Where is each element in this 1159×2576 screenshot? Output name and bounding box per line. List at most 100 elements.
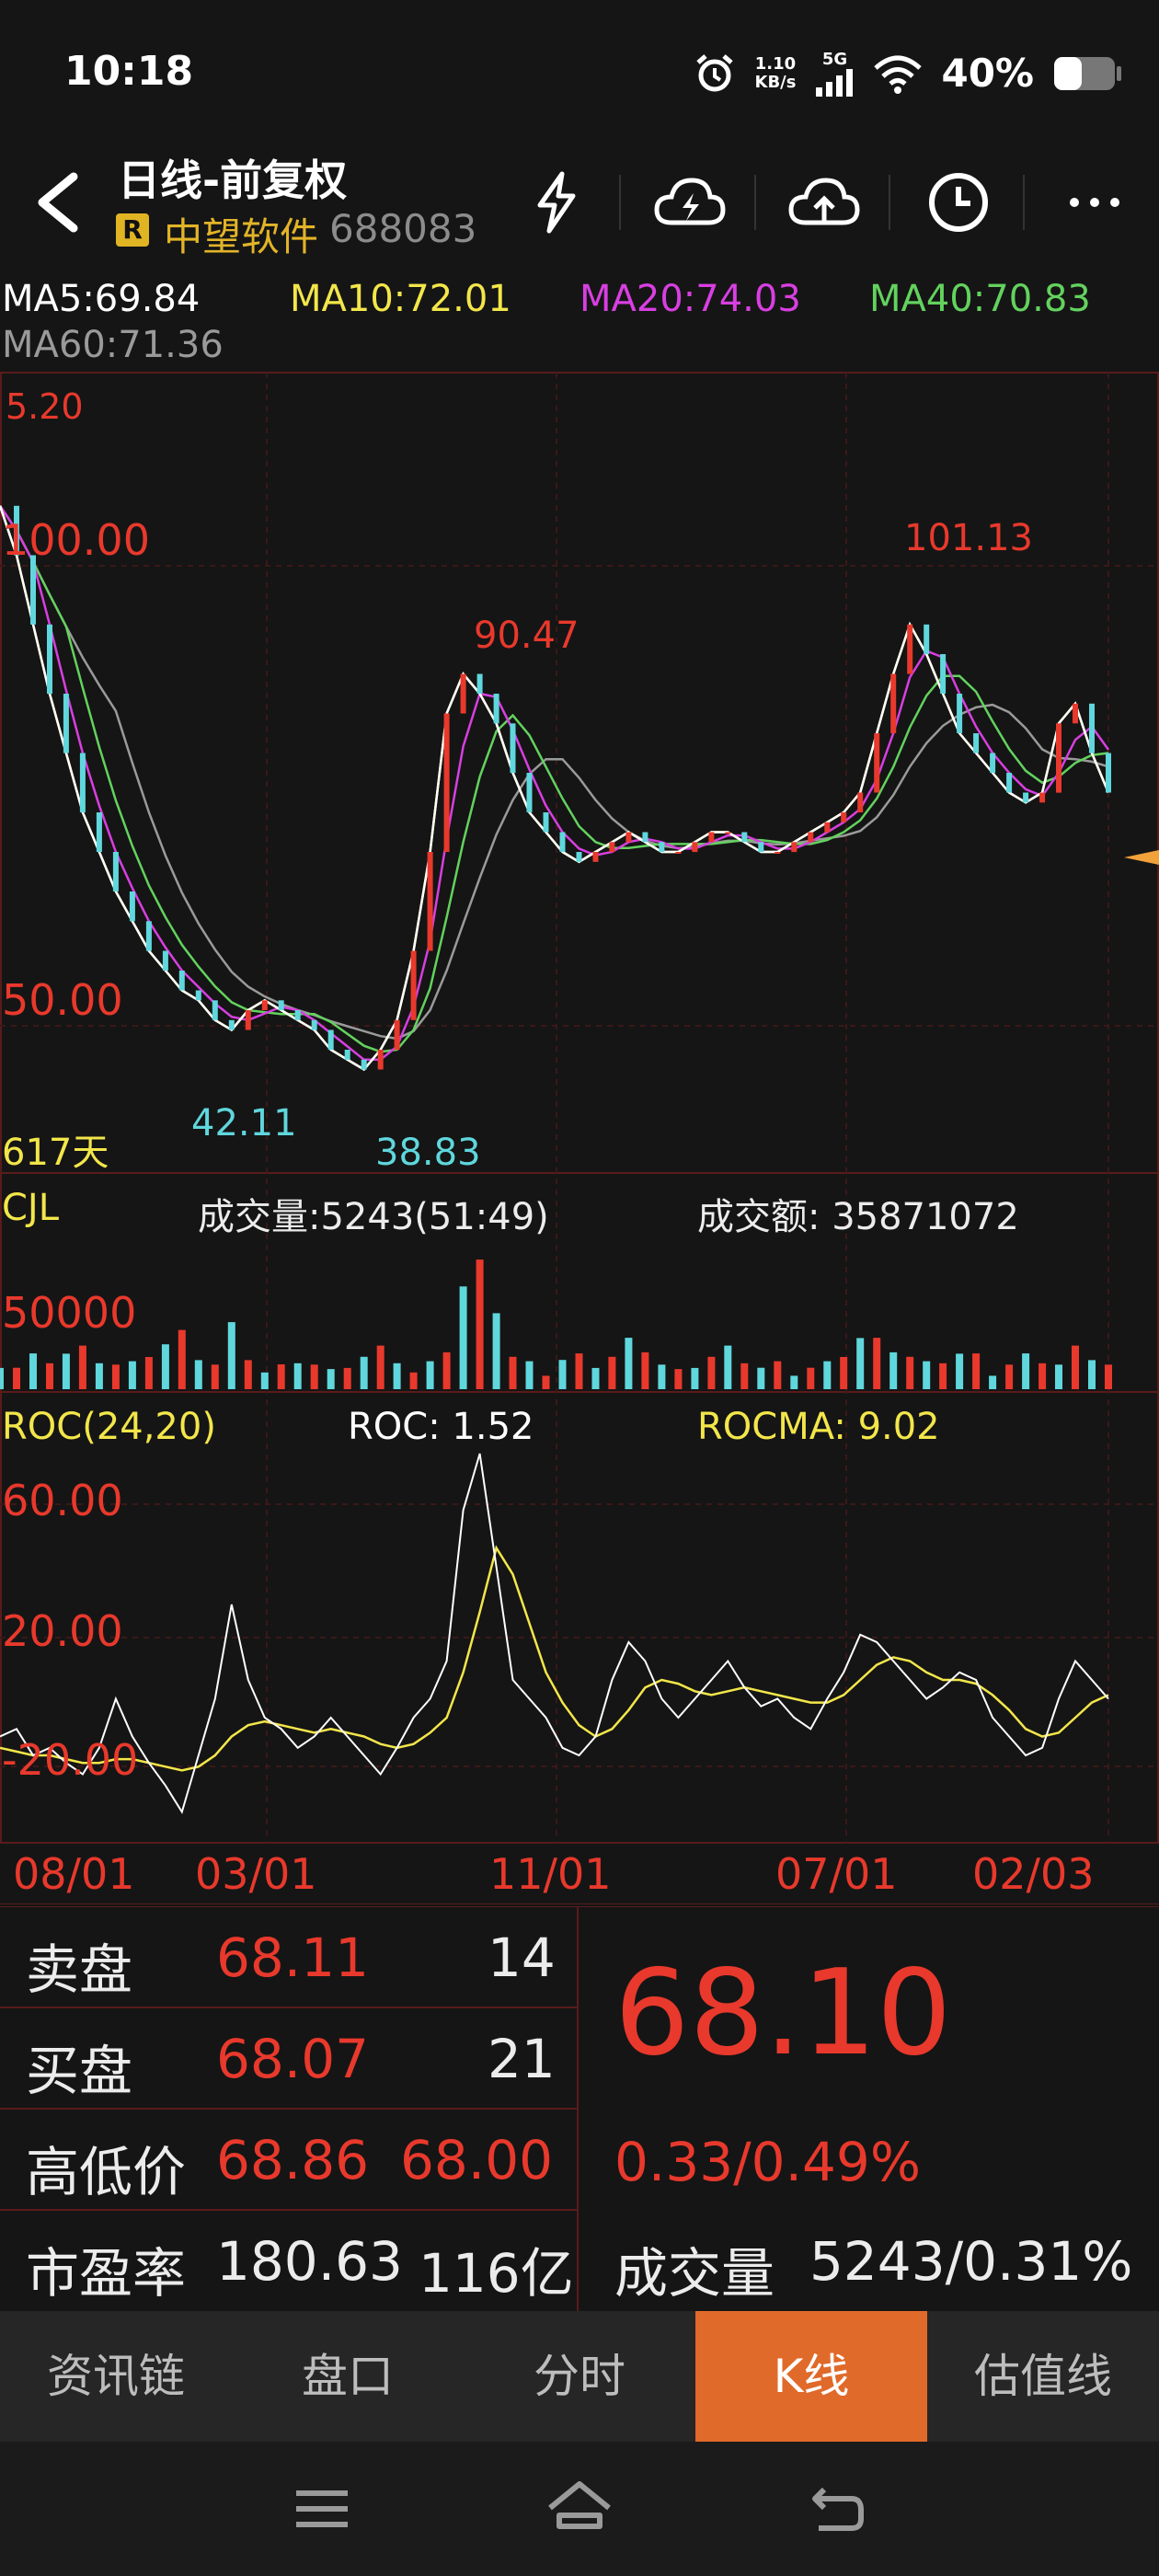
battery-percent: 40% — [941, 51, 1034, 96]
volume-bar — [558, 1360, 567, 1389]
volume-bar — [923, 1361, 931, 1389]
history-button[interactable] — [912, 156, 1004, 248]
volume-bar — [62, 1353, 70, 1389]
tab-news-chain[interactable]: 资讯链 — [0, 2311, 232, 2442]
candle — [609, 842, 615, 853]
candle — [642, 832, 648, 843]
volume-bar — [343, 1367, 351, 1389]
price-y-label-50: 50.00 — [2, 975, 123, 1025]
candle — [592, 852, 599, 862]
x-axis-label: 07/01 — [775, 1849, 898, 1899]
volume-bar — [1039, 1363, 1047, 1389]
status-bar: 10:18 1.10 KB/s 5G 40% — [0, 0, 1159, 147]
x-axis-label: 03/01 — [195, 1849, 317, 1899]
candle — [311, 1019, 317, 1030]
last-price: 68.10 — [614, 1945, 952, 2082]
volume-bar — [807, 1367, 815, 1389]
candle — [410, 950, 417, 1020]
net-speed-value: 1.10 — [754, 53, 797, 74]
tab-intraday[interactable]: 分时 — [464, 2311, 695, 2442]
ma40-label: MA40:70.83 — [869, 278, 1091, 320]
candle — [559, 832, 566, 852]
volume-bar — [1105, 1364, 1112, 1389]
candle — [708, 832, 715, 843]
candle — [543, 812, 549, 833]
back-button[interactable] — [26, 166, 90, 239]
volume-bar — [1088, 1360, 1096, 1389]
tab-kline[interactable]: K线 — [695, 2311, 927, 2442]
wifi-icon — [874, 55, 923, 94]
ma10-line — [0, 505, 1110, 1072]
volume-bar — [641, 1351, 649, 1389]
chart-grid — [0, 372, 1159, 1904]
chart-area[interactable]: MA5:69.84 MA10:72.01 MA20:74.03 MA40:70.… — [0, 267, 1159, 1904]
candle — [145, 921, 152, 951]
volume-bar — [442, 1351, 451, 1389]
candle — [443, 713, 450, 852]
pe-label: 市盈率 — [26, 2242, 187, 2305]
candle — [973, 733, 980, 753]
candle — [692, 842, 698, 853]
candle — [30, 555, 36, 625]
volume-bar — [0, 1367, 4, 1389]
tab-valuation[interactable]: 估值线 — [927, 2311, 1159, 2442]
price-y-label-100: 100.00 — [2, 515, 150, 565]
volume-bar — [260, 1372, 269, 1389]
candle — [195, 990, 201, 1001]
ma60-label: MA60:71.36 — [2, 324, 224, 366]
candle — [394, 1019, 400, 1051]
volume-bar — [856, 1338, 865, 1389]
volume-bar — [674, 1369, 683, 1389]
page-title: 日线-前复权 — [118, 155, 348, 205]
candle — [212, 1000, 218, 1020]
volume-bar — [144, 1357, 153, 1389]
volume-label: 成交量 — [614, 2242, 775, 2305]
battery-icon — [1054, 56, 1121, 90]
volume-bar — [293, 1363, 302, 1389]
candle — [758, 842, 764, 853]
candle — [1006, 773, 1013, 793]
home-nav-button[interactable] — [534, 2471, 625, 2545]
candle — [775, 852, 781, 854]
volume-bar — [707, 1356, 716, 1389]
x-axis-label: 11/01 — [489, 1849, 612, 1899]
sell-label: 卖盘 — [26, 1938, 133, 2001]
tab-order-book[interactable]: 盘口 — [232, 2311, 464, 2442]
chart-svg — [0, 372, 1159, 1904]
volume-bar — [277, 1364, 285, 1389]
candle — [741, 832, 748, 843]
roc-y-label-20: 20.00 — [2, 1606, 123, 1656]
rocma-line — [0, 1545, 1109, 1772]
menu-nav-button[interactable] — [276, 2477, 368, 2541]
volume-ratio: 5243/0.31% — [809, 2230, 1133, 2293]
volume-bar — [774, 1361, 782, 1389]
candle — [1073, 703, 1078, 724]
candle — [129, 891, 135, 922]
candle — [261, 1000, 268, 1011]
volume-bar — [691, 1367, 699, 1389]
signal-icon — [816, 69, 854, 97]
volume-bar — [542, 1375, 550, 1389]
volume-bar — [972, 1353, 981, 1389]
candle — [510, 723, 516, 774]
back-nav-button[interactable] — [791, 2471, 883, 2545]
more-button[interactable] — [1049, 156, 1141, 248]
lightning-button[interactable] — [511, 156, 602, 248]
back-arrow-icon — [38, 172, 78, 233]
volume-bar — [409, 1372, 418, 1389]
volume-bar — [1005, 1364, 1014, 1389]
annotation-101-13: 101.13 — [904, 517, 1033, 559]
high-price: 68.86 — [216, 2129, 370, 2191]
volume-bar — [244, 1360, 252, 1389]
volume-bar — [575, 1353, 583, 1389]
cloud-upload-button[interactable] — [778, 156, 870, 248]
roc-panel-label: ROC(24,20) — [2, 1406, 216, 1448]
chart-grid-dashed — [0, 373, 1159, 1843]
candle — [327, 1029, 334, 1050]
more-icon — [1070, 198, 1119, 207]
candle — [1106, 753, 1111, 793]
cloud-download-button[interactable] — [644, 156, 736, 248]
ma5-line — [0, 505, 1110, 1072]
candle — [476, 673, 483, 694]
sell-price: 68.11 — [216, 1926, 370, 1989]
